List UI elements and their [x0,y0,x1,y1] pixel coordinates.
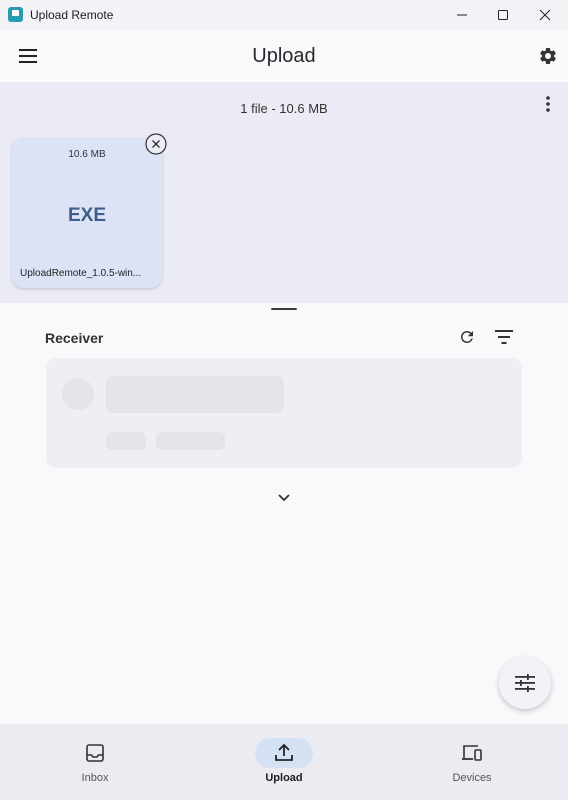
maximize-icon [497,9,509,21]
selected-files-panel: 1 file - 10.6 MB 10.6 MB EXE UploadRemot… [0,82,568,303]
file-name: UploadRemote_1.0.5-win... [20,268,142,279]
refresh-button[interactable] [449,319,485,355]
window-title: Upload Remote [30,8,114,22]
nav-icon-container [66,738,124,768]
devices-icon [461,743,483,763]
upload-icon [274,743,294,763]
receiver-placeholder-card [46,358,522,468]
close-window-button[interactable] [522,0,568,30]
tune-icon [515,674,535,692]
expand-receivers-button[interactable] [270,486,298,510]
app-bar: Upload [0,30,568,82]
close-circle-icon [145,133,167,155]
bottom-navigation: Inbox Upload Devices [0,724,568,800]
nav-item-inbox[interactable]: Inbox [35,724,155,800]
skeleton-title [106,376,284,413]
skeleton-tag [156,432,225,450]
skeleton-tag [106,432,146,450]
files-more-button[interactable] [530,86,566,122]
close-icon [539,9,551,21]
nav-label-upload: Upload [265,772,303,784]
window-titlebar: Upload Remote [0,0,568,30]
file-size: 10.6 MB [68,149,106,160]
maximize-button[interactable] [480,0,526,30]
remove-file-button[interactable] [145,133,167,155]
more-vertical-icon [546,96,550,112]
minimize-icon [456,9,468,21]
nav-icon-container [443,738,501,768]
receiver-label: Receiver [45,330,104,346]
nav-item-upload[interactable]: Upload [224,724,344,800]
nav-icon-container [255,738,313,768]
send-options-fab[interactable] [499,657,551,709]
settings-button[interactable] [530,38,566,74]
nav-label-inbox: Inbox [81,772,109,784]
inbox-icon [85,743,105,763]
nav-item-devices[interactable]: Devices [412,724,532,800]
file-type-label: EXE [67,205,107,226]
page-title: Upload [252,45,316,67]
drag-handle[interactable] [271,308,297,310]
nav-label-devices: Devices [452,772,492,784]
app-logo-icon [8,7,23,22]
gear-icon [538,46,558,66]
filter-button[interactable] [486,319,522,355]
refresh-icon [458,328,476,346]
files-summary: 1 file - 10.6 MB [240,101,328,116]
skeleton-avatar [62,378,94,410]
minimize-button[interactable] [439,0,485,30]
filter-icon [495,330,513,344]
file-card[interactable]: 10.6 MB EXE UploadRemote_1.0.5-win... [12,138,162,288]
chevron-down-icon [278,494,290,502]
